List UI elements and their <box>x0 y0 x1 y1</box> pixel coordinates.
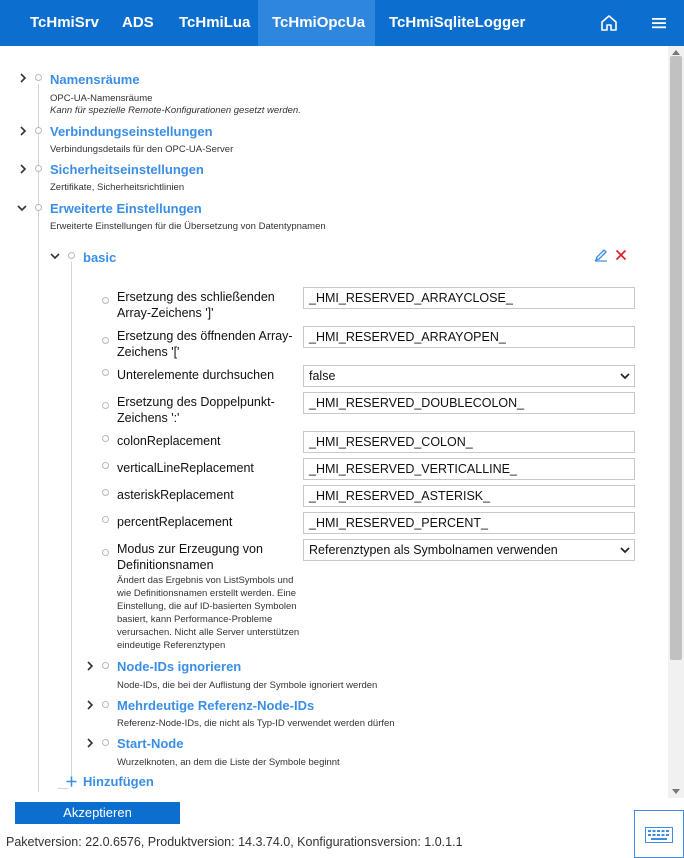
section-desc: Verbindungsdetails für den OPC-UA-Server <box>50 144 234 155</box>
top-nav-bar: TcHmiSrv ADS TcHmiLua TcHmiOpcUa TcHmiSq… <box>0 0 684 46</box>
chevron-right-icon[interactable] <box>85 700 95 710</box>
property-label: Ersetzung des schließenden Array-Zeichen… <box>117 290 275 320</box>
section-title-erweiterte-einstellungen[interactable]: Erweiterte Einstellungen <box>50 201 202 216</box>
property-help-text: Ändert das Ergebnis von ListSymbols und … <box>117 575 300 651</box>
plus-icon[interactable] <box>66 776 77 787</box>
section-desc: Erweiterte Einstellungen für die Überset… <box>50 221 326 232</box>
tab-ads[interactable]: ADS <box>108 0 168 46</box>
tree-bullet <box>102 549 109 556</box>
percent-input[interactable]: _HMI_RESERVED_PERCENT_ <box>303 512 635 534</box>
tree-bullet <box>102 337 109 344</box>
arrayclose-input[interactable]: _HMI_RESERVED_ARRAYCLOSE_ <box>303 287 635 309</box>
subelements-select[interactable]: false <box>303 365 635 387</box>
tab-tchmisrv[interactable]: TcHmiSrv <box>16 0 113 46</box>
chevron-right-icon[interactable] <box>18 164 28 174</box>
keyboard-icon <box>645 827 673 843</box>
tree-bullet <box>102 739 109 746</box>
asterisk-input[interactable]: _HMI_RESERVED_ASTERISK_ <box>303 485 635 507</box>
version-info: Paketversion: 22.0.6576, Produktversion:… <box>6 835 463 849</box>
tree-bullet <box>35 74 42 81</box>
property-label: Ersetzung des öffnenden Array-Zeichens '… <box>117 329 293 359</box>
chevron-down-icon[interactable] <box>50 251 60 261</box>
section-desc: Zertifikate, Sicherheitsrichtlinien <box>50 182 185 193</box>
scroll-up-icon[interactable] <box>672 50 680 55</box>
tree-bullet <box>35 204 42 211</box>
node-desc: Node-IDs, die bei der Auflistung der Sym… <box>117 680 378 691</box>
tree-bullet <box>102 516 109 523</box>
section-title-namensraeume[interactable]: Namensräume <box>50 72 140 87</box>
arrayopen-input[interactable]: _HMI_RESERVED_ARRAYOPEN_ <box>303 326 635 348</box>
edit-icon[interactable] <box>594 248 608 262</box>
tree-bullet <box>102 462 109 469</box>
tree-bullet <box>35 127 42 134</box>
node-desc: Wurzelknoten, an dem die Liste der Symbo… <box>117 757 340 768</box>
keyboard-toggle-button[interactable] <box>634 810 684 858</box>
tree-bullet <box>102 662 109 669</box>
tree-line <box>38 84 39 792</box>
scroll-down-icon[interactable] <box>672 789 680 794</box>
doublecolon-input[interactable]: _HMI_RESERVED_DOUBLECOLON_ <box>303 392 635 414</box>
property-label: verticalLineReplacement <box>117 461 254 475</box>
tree-bullet <box>68 252 75 259</box>
tree-bullet <box>102 402 109 409</box>
section-desc-note: Kann für spezielle Remote-Konfiguratione… <box>50 105 301 116</box>
tree-line <box>58 788 68 789</box>
add-button[interactable]: Hinzufügen <box>83 774 154 789</box>
section-title-sicherheitseinstellungen[interactable]: Sicherheitseinstellungen <box>50 162 204 177</box>
chevron-down-icon <box>620 547 630 554</box>
chevron-down-icon <box>620 373 630 380</box>
property-label: colonReplacement <box>117 434 221 448</box>
tab-tchmiopcua[interactable]: TcHmiOpcUa <box>258 0 375 46</box>
property-label: Modus zur Erzeugung von Definitionsnamen <box>117 542 263 572</box>
tree-bullet <box>102 701 109 708</box>
section-desc: OPC-UA-Namensräume <box>50 93 153 104</box>
chevron-down-icon[interactable] <box>17 203 27 213</box>
node-desc: Referenz-Node-IDs, die nicht als Typ-ID … <box>117 718 395 729</box>
property-label: percentReplacement <box>117 515 233 529</box>
definition-mode-select[interactable]: Referenztypen als Symbolnamen verwenden <box>303 539 635 561</box>
home-icon[interactable] <box>599 13 619 33</box>
tab-tchmilua[interactable]: TcHmiLua <box>165 0 264 46</box>
node-title-node-ids-ignorieren[interactable]: Node-IDs ignorieren <box>117 659 241 674</box>
tree-bullet <box>102 489 109 496</box>
tree-bullet <box>35 165 42 172</box>
node-title-mehrdeutige-referenz-node-ids[interactable]: Mehrdeutige Referenz-Node-IDs <box>117 698 314 713</box>
chevron-right-icon[interactable] <box>18 73 28 83</box>
scrollbar-thumb[interactable] <box>670 56 682 660</box>
accept-button[interactable]: Akzeptieren <box>15 802 180 824</box>
verticalline-input[interactable]: _HMI_RESERVED_VERTICALLINE_ <box>303 458 635 480</box>
tree-bullet <box>102 297 109 304</box>
delete-icon[interactable] <box>615 249 627 261</box>
chevron-right-icon[interactable] <box>85 661 95 671</box>
section-title-verbindungseinstellungen[interactable]: Verbindungseinstellungen <box>50 124 213 139</box>
property-label: Unterelemente durchsuchen <box>117 368 275 382</box>
tree-bullet <box>102 369 109 376</box>
tab-tchmisqlitelogger[interactable]: TcHmiSqliteLogger <box>375 0 539 46</box>
property-label: Ersetzung des Doppelpunkt-Zeichens ':' <box>117 395 275 425</box>
chevron-right-icon[interactable] <box>18 126 28 136</box>
node-title-basic[interactable]: basic <box>83 250 116 265</box>
colon-input[interactable]: _HMI_RESERVED_COLON_ <box>303 431 635 453</box>
chevron-right-icon[interactable] <box>85 738 95 748</box>
node-title-start-node[interactable]: Start-Node <box>117 736 183 751</box>
tree-bullet <box>102 435 109 442</box>
hamburger-menu-icon[interactable] <box>649 13 669 33</box>
property-label: asteriskReplacement <box>117 488 234 502</box>
tree-line <box>71 262 72 787</box>
